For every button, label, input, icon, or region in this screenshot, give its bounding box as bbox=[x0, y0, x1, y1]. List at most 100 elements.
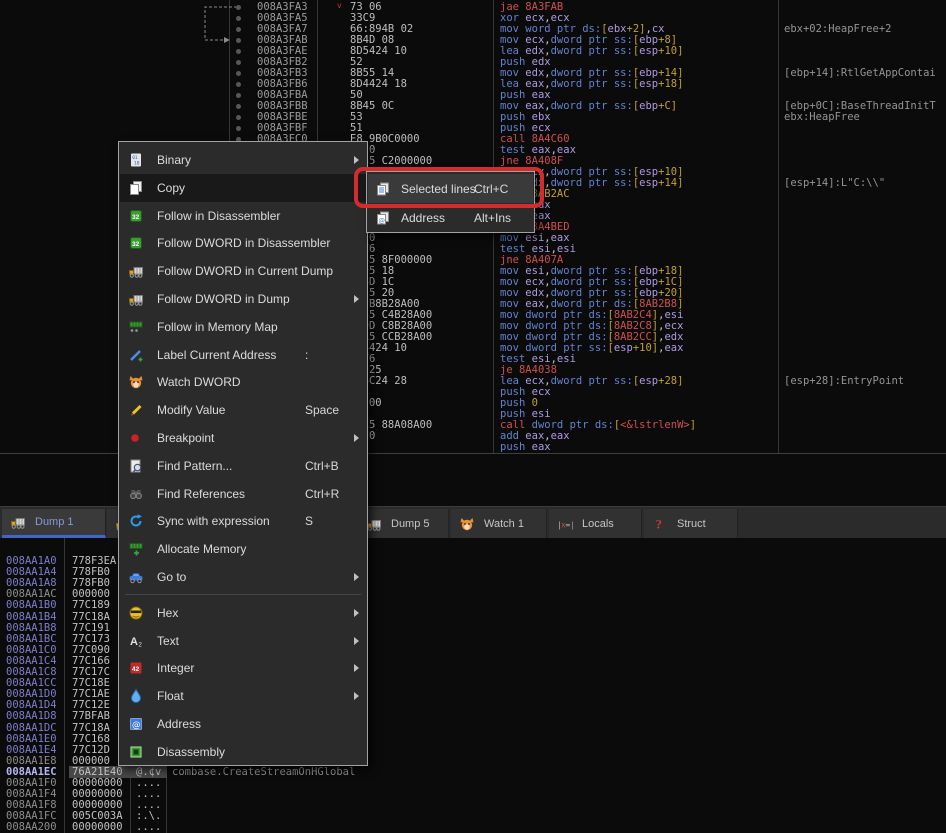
instruction-comment: [ebp+0C]:BaseThreadInitT bbox=[784, 101, 946, 112]
menu-item-label: Float bbox=[157, 689, 184, 703]
pencil-icon bbox=[128, 402, 144, 418]
svg-text:10: 10 bbox=[134, 161, 140, 167]
disassembly-row[interactable]: 008A3FB252push edx bbox=[0, 57, 946, 68]
menu-item-watch-dword[interactable]: Watch DWORD bbox=[120, 368, 366, 396]
watch-fox-icon bbox=[128, 374, 144, 390]
breakpoint-dot[interactable] bbox=[236, 16, 241, 21]
dump-address: 008AA1DC bbox=[6, 723, 57, 734]
disassembly-row[interactable]: 008A3FA533C9xor ecx,ecx bbox=[0, 13, 946, 24]
disasm-icon bbox=[128, 744, 144, 760]
dump-ascii: .... bbox=[136, 822, 161, 833]
breakpoint-dot[interactable] bbox=[236, 38, 241, 43]
disassembly-row[interactable]: 008A3FBB8B45 0Cmov eax,dword ptr ss:[ebp… bbox=[0, 101, 946, 112]
dump-row[interactable]: 008AA20000000000.... bbox=[0, 822, 946, 833]
menu-item-text[interactable]: A2Text bbox=[120, 627, 366, 655]
tab-locals[interactable]: |x=|Locals bbox=[549, 509, 642, 538]
menu-item-follow-dword-in-disassembler[interactable]: 32Follow DWORD in Disassembler bbox=[120, 229, 366, 257]
binoculars-icon bbox=[128, 486, 144, 502]
find-pattern-icon bbox=[128, 458, 144, 474]
locals-icon: |x=| bbox=[557, 516, 575, 532]
goto-icon bbox=[128, 569, 144, 585]
menu-item-follow-dword-in-current-dump[interactable]: Follow DWORD in Current Dump bbox=[120, 257, 366, 285]
menu-item-follow-in-memory-map[interactable]: Follow in Memory Map bbox=[120, 313, 366, 341]
breakpoint-dot[interactable] bbox=[236, 5, 241, 10]
menu-item-hex[interactable]: Hex bbox=[120, 599, 366, 627]
menu-item-follow-dword-in-dump[interactable]: Follow DWORD in Dump bbox=[120, 285, 366, 313]
menu-item-shortcut: S bbox=[305, 514, 313, 528]
svg-text:32: 32 bbox=[132, 214, 140, 221]
watch-fox-icon bbox=[459, 516, 477, 532]
address-icon: @ bbox=[128, 716, 144, 732]
menu-item-label: Find References bbox=[157, 487, 245, 501]
disassembly-row[interactable]: 008A3FB68D4424 18lea eax,dword ptr ss:[e… bbox=[0, 79, 946, 90]
menu-item-label: Disassembly bbox=[157, 745, 225, 759]
breakpoint-dot[interactable] bbox=[236, 93, 241, 98]
tab-dump-5[interactable]: Dump 5 bbox=[358, 509, 449, 538]
menu-item-breakpoint[interactable]: Breakpoint bbox=[120, 424, 366, 452]
instruction-comment: [esp+14]:L"C:\\" bbox=[784, 178, 946, 189]
menu-separator bbox=[125, 594, 361, 595]
menu-item-label: Breakpoint bbox=[157, 431, 214, 445]
svg-text:A: A bbox=[130, 636, 138, 648]
menu-item-address[interactable]: @Address bbox=[120, 710, 366, 738]
disassembly-row[interactable]: 008A3FA766:894B 02mov word ptr ds:[ebx+2… bbox=[0, 24, 946, 35]
menu-item-go-to[interactable]: Go to bbox=[120, 563, 366, 591]
struct-icon: ? bbox=[652, 516, 670, 532]
submenu-arrow-icon bbox=[354, 609, 359, 617]
breakpoint-dot[interactable] bbox=[236, 104, 241, 109]
submenu-arrow-icon bbox=[354, 664, 359, 672]
menu-item-label: Sync with expression bbox=[157, 514, 270, 528]
menu-item-label: Integer bbox=[157, 661, 194, 675]
breakpoint-dot[interactable] bbox=[236, 60, 241, 65]
memmap-icon bbox=[128, 319, 144, 335]
breakpoint-dot[interactable] bbox=[236, 27, 241, 32]
tab-dump-1[interactable]: Dump 1 bbox=[2, 509, 106, 538]
submenu-arrow-icon bbox=[354, 295, 359, 303]
submenu-arrow-icon bbox=[354, 637, 359, 645]
dump-value: 77C18A bbox=[72, 723, 110, 734]
breakpoint-dot[interactable] bbox=[236, 126, 241, 131]
dump-value: 77BFAB bbox=[72, 711, 110, 722]
tab-struct[interactable]: ?Struct bbox=[644, 509, 738, 538]
menu-item-shortcut: Space bbox=[305, 403, 339, 417]
svg-text:42: 42 bbox=[132, 666, 140, 673]
dump-value: 77C191 bbox=[72, 623, 110, 634]
svg-text:01: 01 bbox=[132, 155, 138, 161]
menu-item-modify-value[interactable]: Modify ValueSpace bbox=[120, 396, 366, 424]
dump-truck-icon bbox=[10, 514, 28, 530]
menu-item-sync-with-expression[interactable]: Sync with expression S bbox=[120, 507, 366, 535]
tab-label: Dump 5 bbox=[391, 518, 430, 530]
menu-item-label-current-address[interactable]: Label Current Address: bbox=[120, 341, 366, 369]
menu-item-follow-in-disassembler[interactable]: 32Follow in Disassembler bbox=[120, 202, 366, 230]
submenu-arrow-icon bbox=[354, 434, 359, 442]
breakpoint-dot[interactable] bbox=[236, 71, 241, 76]
disassembly-row[interactable]: 008A3FB38B55 14mov edx,dword ptr ss:[ebp… bbox=[0, 68, 946, 79]
copy-address-icon: @ bbox=[375, 210, 391, 226]
menu-item-label: Hex bbox=[157, 606, 178, 620]
menu-item-label: Binary bbox=[157, 153, 191, 167]
dump-truck-icon bbox=[366, 516, 384, 532]
dump-truck-icon bbox=[128, 291, 144, 307]
menu-item-find-references[interactable]: Find References Ctrl+R bbox=[120, 480, 366, 508]
disassembly-row[interactable]: 008A3FBF51push ecx bbox=[0, 123, 946, 134]
disassembly-row[interactable]: v008A3FA373 06jae 8A3FAB bbox=[0, 2, 946, 13]
menu-item-allocate-memory[interactable]: Allocate Memory bbox=[120, 535, 366, 563]
disassembly-row[interactable]: 008A3FAE8D5424 10lea edx,dword ptr ss:[e… bbox=[0, 46, 946, 57]
disassembly-row[interactable]: 008A3FBA50push eax bbox=[0, 90, 946, 101]
float-icon bbox=[128, 688, 144, 704]
dump-address: 008AA1B0 bbox=[6, 600, 57, 611]
breakpoint-dot[interactable] bbox=[236, 115, 241, 120]
disassembly-row[interactable]: 008A3FAB8B4D 08mov ecx,dword ptr ss:[ebp… bbox=[0, 35, 946, 46]
menu-item-integer[interactable]: 42 Integer bbox=[120, 654, 366, 682]
menu-item-find-pattern[interactable]: Find Pattern...Ctrl+B bbox=[120, 452, 366, 480]
menu-item-label: Copy bbox=[157, 181, 185, 195]
breakpoint-dot[interactable] bbox=[236, 49, 241, 54]
tab-watch-1[interactable]: Watch 1 bbox=[451, 509, 547, 538]
breakpoint-dot[interactable] bbox=[236, 82, 241, 87]
disassembly-row[interactable]: 008A3FBE53push ebxebx:HeapFree bbox=[0, 112, 946, 123]
menu-item-shortcut: Ctrl+R bbox=[305, 487, 339, 501]
menu-item-binary[interactable]: 0110 Binary bbox=[120, 146, 366, 174]
menu-item-float[interactable]: Float bbox=[120, 682, 366, 710]
menu-item-disassembly[interactable]: Disassembly bbox=[120, 738, 366, 766]
menu-item-copy[interactable]: Copy bbox=[120, 174, 366, 202]
